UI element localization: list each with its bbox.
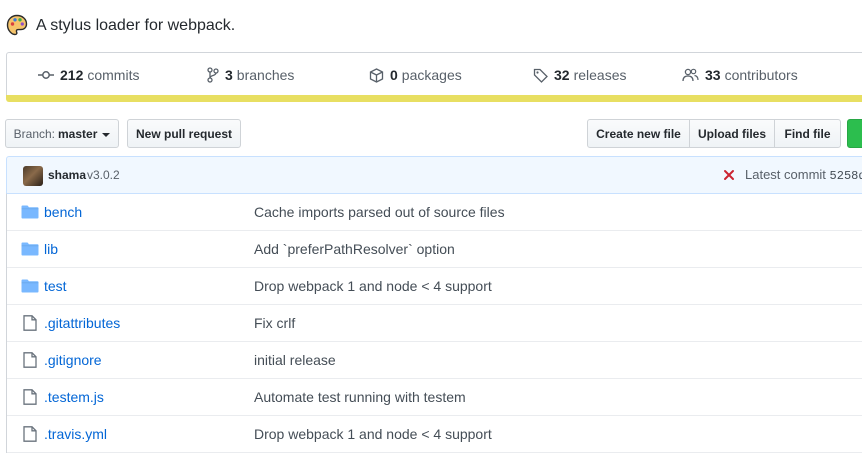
folder-icon	[21, 242, 39, 259]
commits-label: commits	[87, 67, 140, 83]
releases-label: releases	[573, 67, 627, 83]
file-row[interactable]: lib Add `preferPathResolver` option	[7, 231, 862, 268]
branch-icon	[207, 67, 219, 83]
description-text: A stylus loader for webpack.	[36, 17, 236, 34]
file-commit-message[interactable]: Cache imports parsed out of source files	[254, 204, 505, 220]
file-commit-message[interactable]: initial release	[254, 352, 336, 368]
status-failure-icon[interactable]	[723, 168, 735, 184]
people-icon	[682, 68, 699, 82]
package-icon	[369, 67, 384, 83]
branches-label: branches	[236, 67, 295, 83]
file-name-link[interactable]: test	[44, 278, 67, 294]
packages-count: 0	[390, 67, 398, 83]
latest-commit-bar: shama v3.0.2 Latest commit 5258d	[6, 156, 862, 194]
file-name-link[interactable]: .travis.yml	[44, 426, 107, 442]
file-commit-message[interactable]: Drop webpack 1 and node < 4 support	[254, 426, 492, 442]
file-name-link[interactable]: bench	[44, 204, 82, 220]
create-new-file-button[interactable]: Create new file	[587, 119, 690, 148]
file-row[interactable]: .testem.js Automate test running with tes…	[7, 379, 862, 416]
releases-link[interactable]: 32 releases	[533, 53, 627, 97]
commit-message[interactable]: v3.0.2	[87, 168, 120, 182]
contributors-link[interactable]: 33 contributors	[682, 53, 798, 97]
file-icon	[23, 315, 37, 334]
commits-count: 212	[60, 67, 84, 83]
branch-name: master	[58, 126, 98, 141]
commit-icon	[38, 71, 54, 79]
packages-link[interactable]: 0 packages	[369, 53, 462, 97]
file-commit-message[interactable]: Fix crlf	[254, 315, 295, 331]
commit-sha[interactable]: 5258d	[830, 169, 862, 183]
folder-icon	[21, 205, 39, 222]
language-bar[interactable]	[6, 95, 862, 102]
clone-download-button[interactable]	[847, 119, 862, 148]
branch-select-button[interactable]: Branch: master	[5, 119, 119, 148]
new-pull-request-button[interactable]: New pull request	[127, 119, 241, 148]
file-icon	[23, 352, 37, 371]
file-row[interactable]: .gitignore initial release	[7, 342, 862, 379]
folder-icon	[21, 279, 39, 296]
releases-count: 32	[554, 67, 570, 83]
file-icon	[23, 426, 37, 445]
file-commit-message[interactable]: Automate test running with testem	[254, 389, 466, 405]
branches-link[interactable]: 3 branches	[207, 53, 294, 97]
file-name-link[interactable]: .gitattributes	[44, 315, 120, 331]
latest-commit-text: Latest commit	[745, 167, 826, 182]
branch-prefix: Branch:	[13, 126, 55, 141]
file-row[interactable]: .gitattributes Fix crlf	[7, 305, 862, 342]
repo-description: A stylus loader for webpack.	[6, 12, 235, 40]
caret-down-icon	[102, 132, 111, 137]
contributors-count: 33	[705, 67, 721, 83]
file-name-link[interactable]: .gitignore	[44, 352, 102, 368]
file-row[interactable]: .travis.yml Drop webpack 1 and node < 4 s…	[7, 416, 862, 453]
file-commit-message[interactable]: Drop webpack 1 and node < 4 support	[254, 278, 492, 294]
file-name-link[interactable]: .testem.js	[44, 389, 104, 405]
commit-author[interactable]: shama	[48, 168, 86, 182]
avatar[interactable]	[23, 166, 43, 186]
file-icon	[23, 389, 37, 408]
packages-label: packages	[401, 67, 462, 83]
tag-icon	[533, 68, 548, 83]
file-row[interactable]: bench Cache imports parsed out of source …	[7, 194, 862, 231]
file-name-link[interactable]: lib	[44, 241, 58, 257]
file-commit-message[interactable]: Add `preferPathResolver` option	[254, 241, 455, 257]
commits-link[interactable]: 212 commits	[38, 53, 139, 97]
repo-stats-bar: 212 commits 3 branches 0 packages 32 rel…	[6, 52, 862, 96]
branches-count: 3	[225, 67, 233, 83]
contributors-label: contributors	[724, 67, 798, 83]
find-file-button[interactable]: Find file	[774, 119, 841, 148]
palette-icon	[6, 14, 28, 39]
latest-commit-label: Latest commit 5258d	[745, 167, 862, 183]
upload-files-button[interactable]: Upload files	[689, 119, 775, 148]
file-row[interactable]: test Drop webpack 1 and node < 4 support	[7, 268, 862, 305]
file-list: bench Cache imports parsed out of source …	[6, 193, 862, 453]
